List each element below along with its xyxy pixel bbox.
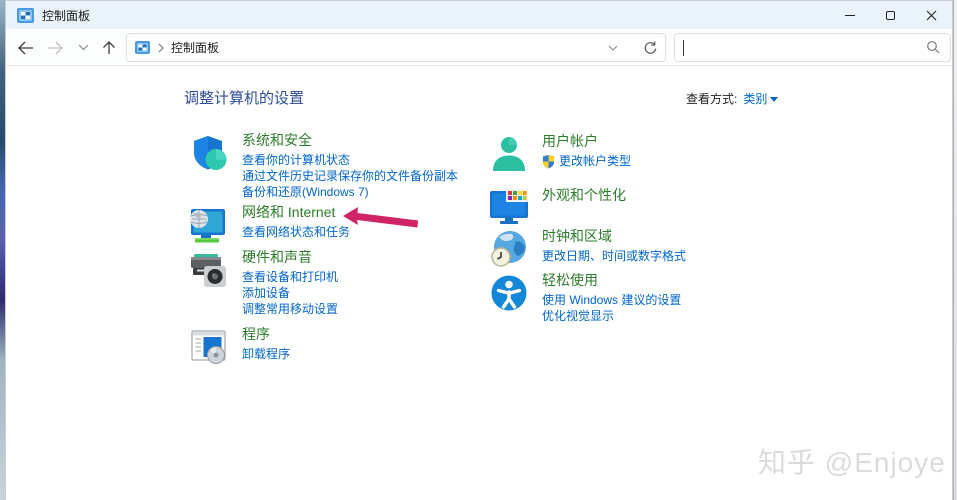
dropdown-triangle-icon	[770, 97, 779, 102]
category-title-programs[interactable]: 程序	[242, 326, 290, 343]
back-button[interactable]	[12, 35, 38, 60]
category-title-ease-of-access[interactable]: 轻松使用	[542, 272, 681, 289]
category-user-accounts: 用户帐户 更改帐户类型	[489, 133, 631, 174]
window-controls	[829, 1, 952, 29]
maximize-button[interactable]	[870, 1, 911, 29]
programs-disc-icon[interactable]	[189, 327, 229, 367]
category-title-hardware-sound[interactable]: 硬件和声音	[242, 249, 338, 266]
control-panel-window: 控制面板 控制面板 调整计算机的设置 查看方式: 类别 系统和安全 查看你的计算…	[5, 0, 953, 500]
desktop-sliver-right	[953, 0, 957, 500]
category-title-user-accounts[interactable]: 用户帐户	[542, 133, 631, 150]
user-silhouette-icon[interactable]	[489, 134, 529, 174]
refresh-icon	[644, 41, 656, 54]
link-file-history-backup[interactable]: 通过文件历史记录保存你的文件备份副本	[242, 168, 458, 184]
link-view-network-status[interactable]: 查看网络状态和任务	[242, 224, 350, 240]
category-programs: 程序 卸载程序	[189, 326, 290, 367]
watermark: 知乎 @Enjoye	[758, 447, 946, 478]
address-dropdown-button[interactable]	[601, 34, 625, 61]
window-title: 控制面板	[42, 8, 91, 23]
page-title: 调整计算机的设置	[184, 90, 305, 107]
address-location-icon	[135, 41, 150, 54]
link-change-date-time-formats[interactable]: 更改日期、时间或数字格式	[542, 248, 686, 264]
shield-icon[interactable]	[189, 133, 229, 173]
view-by-label: 查看方式:	[686, 92, 738, 106]
link-change-account-type[interactable]: 更改帐户类型	[542, 153, 631, 169]
category-title-clock-region[interactable]: 时钟和区域	[542, 228, 686, 245]
link-optimize-visual-display[interactable]: 优化视觉显示	[542, 308, 681, 324]
network-monitor-icon[interactable]	[189, 205, 229, 245]
category-clock-region: 时钟和区域 更改日期、时间或数字格式	[489, 228, 686, 269]
text-caret	[683, 40, 684, 56]
back-icon	[17, 41, 33, 54]
category-ease-of-access: 轻松使用 使用 Windows 建议的设置 优化视觉显示	[489, 272, 681, 324]
link-review-computer-status[interactable]: 查看你的计算机状态	[242, 152, 458, 168]
search-icon	[926, 40, 940, 59]
forward-icon	[47, 41, 63, 54]
link-view-devices-printers[interactable]: 查看设备和打印机	[242, 269, 338, 285]
address-bar[interactable]: 控制面板	[126, 33, 666, 62]
recent-pages-button[interactable]	[70, 35, 96, 60]
navigation-bar: 控制面板	[6, 29, 952, 66]
view-by-control: 查看方式: 类别	[686, 90, 779, 107]
link-suggested-settings[interactable]: 使用 Windows 建议的设置	[542, 292, 681, 308]
link-adjust-mobility-settings[interactable]: 调整常用移动设置	[242, 301, 338, 317]
up-button[interactable]	[96, 35, 122, 60]
printer-speaker-icon[interactable]	[189, 250, 229, 290]
up-arrow-icon	[103, 41, 115, 54]
category-title-system-security[interactable]: 系统和安全	[242, 132, 458, 149]
category-title-appearance-personalization[interactable]: 外观和个性化	[542, 187, 626, 204]
screen: 控制面板 控制面板 调整计算机的设置 查看方式: 类别 系统和安全 查看你的计算…	[0, 0, 957, 500]
chevron-down-icon	[78, 44, 88, 51]
maximize-icon	[886, 10, 895, 20]
category-hardware-sound: 硬件和声音 查看设备和打印机 添加设备 调整常用移动设置	[189, 249, 338, 317]
globe-clock-icon[interactable]	[489, 229, 529, 269]
search-input[interactable]	[674, 33, 951, 62]
category-system-security: 系统和安全 查看你的计算机状态 通过文件历史记录保存你的文件备份副本 备份和还原…	[189, 132, 458, 200]
accessibility-icon[interactable]	[489, 273, 529, 313]
breadcrumb-chevron-icon	[158, 43, 164, 53]
close-button[interactable]	[911, 1, 952, 29]
control-panel-icon	[17, 7, 34, 23]
close-icon	[926, 10, 937, 20]
category-appearance-personalization: 外观和个性化	[489, 187, 626, 228]
minimize-icon	[844, 14, 855, 16]
link-backup-restore-win7[interactable]: 备份和还原(Windows 7)	[242, 184, 458, 200]
personalization-monitor-icon[interactable]	[489, 188, 529, 228]
breadcrumb[interactable]: 控制面板	[171, 39, 219, 56]
link-uninstall-program[interactable]: 卸载程序	[242, 346, 290, 362]
view-by-dropdown[interactable]: 类别	[743, 90, 779, 107]
chevron-down-icon	[608, 45, 618, 51]
link-add-device[interactable]: 添加设备	[242, 285, 338, 301]
category-title-network-internet[interactable]: 网络和 Internet	[242, 204, 350, 221]
forward-button[interactable]	[42, 35, 68, 60]
annotation-arrow-icon	[342, 205, 420, 238]
refresh-button[interactable]	[637, 34, 661, 61]
category-network-internet: 网络和 Internet 查看网络状态和任务	[189, 204, 350, 245]
minimize-button[interactable]	[829, 1, 870, 29]
titlebar: 控制面板	[6, 1, 952, 29]
uac-shield-icon	[542, 154, 555, 169]
